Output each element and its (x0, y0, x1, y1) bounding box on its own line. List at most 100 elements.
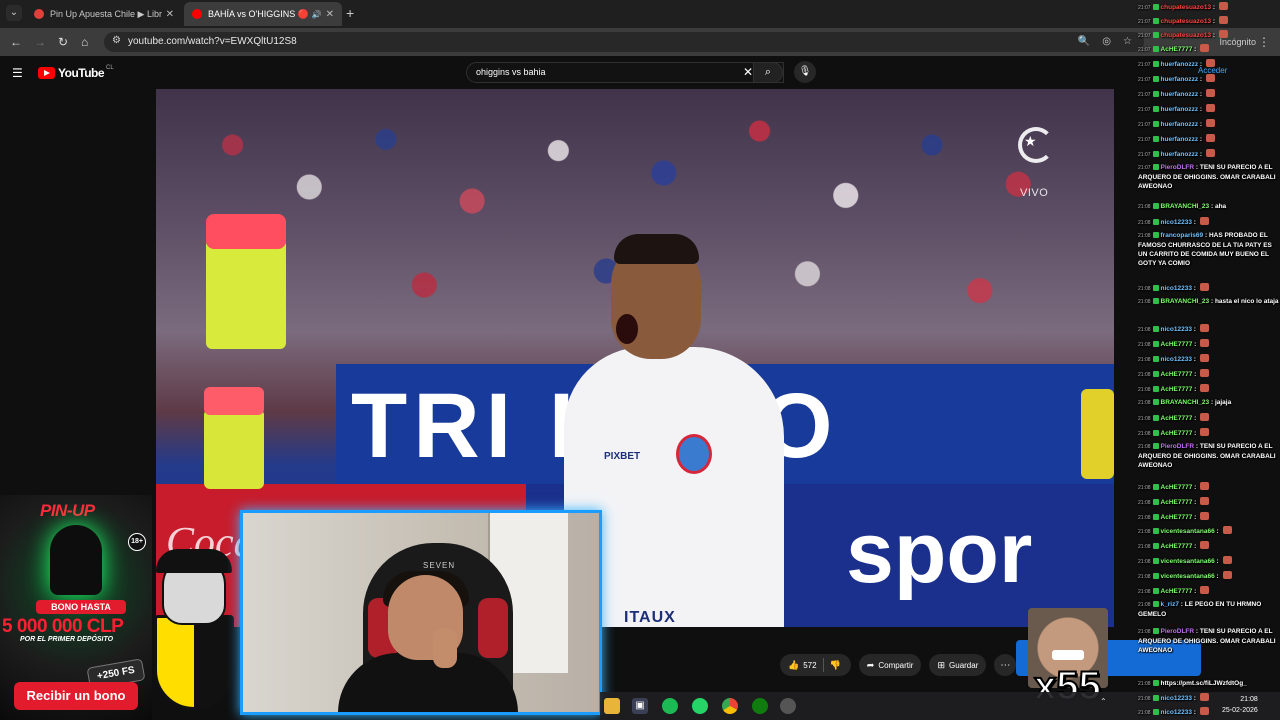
youtube-play-icon (38, 67, 55, 79)
address-bar[interactable]: ⚙ youtube.com/watch?v=EWXQltU12S8 🔍 ◎ ☆ (104, 32, 1144, 52)
chat-message: 21:08 PieroDLFR : TENI SU PARECIO A EL AR… (1138, 627, 1280, 655)
chat-username[interactable]: nico12233 (1161, 709, 1192, 716)
chat-username[interactable]: BRAYANCHI_23 (1161, 399, 1210, 406)
chat-message: 21:08 vicentesantana66 : (1138, 571, 1280, 582)
zoom-icon[interactable]: 🔍 (1078, 36, 1090, 47)
chat-username[interactable]: AcHE7777 (1161, 371, 1193, 378)
chat-username[interactable]: huerfanozzz (1161, 61, 1199, 68)
chat-username[interactable]: huerfanozzz (1161, 91, 1199, 98)
chat-username[interactable]: huerfanozzz (1161, 121, 1199, 128)
chat-username[interactable]: AcHE7777 (1161, 588, 1193, 595)
back-arrow-icon[interactable]: ← (10, 35, 22, 49)
file-explorer-icon[interactable] (604, 698, 620, 714)
chat-username[interactable]: huerfanozzz (1161, 106, 1199, 113)
obs-icon[interactable] (780, 698, 796, 714)
chat-username[interactable]: PieroDLFR (1161, 164, 1195, 171)
chat-username[interactable]: AcHE7777 (1161, 415, 1193, 422)
voice-search-mic-icon[interactable]: 🎙 (794, 61, 816, 83)
like-count[interactable]: 572 (803, 661, 816, 670)
chat-username[interactable]: BRAYANCHI_23 (1161, 203, 1210, 210)
chat-time: 21:07 (1138, 5, 1151, 11)
whatsapp-icon[interactable] (692, 698, 708, 714)
chat-message: 21:08 nico12233 : (1138, 324, 1280, 335)
hamburger-menu-icon[interactable]: ☰ (12, 66, 23, 80)
thumbs-up-icon[interactable]: 👍 (788, 660, 799, 671)
chat-username[interactable]: nico12233 (1161, 326, 1192, 333)
search-button[interactable]: ⌕ (753, 62, 783, 83)
eye-off-icon[interactable]: ◎ (1102, 36, 1111, 47)
chat-username[interactable]: nico12233 (1161, 285, 1192, 292)
chat-time: 21:08 (1138, 372, 1151, 378)
more-actions-button[interactable]: ⋯ (994, 654, 1017, 676)
live-chat-overlay: 21:07 chupatesuazo13 : 21:07 chupatesuazo1… (1133, 0, 1280, 720)
chat-username[interactable]: AcHE7777 (1161, 484, 1193, 491)
chat-message: 21:08 nico12233 : (1138, 354, 1280, 365)
chat-message: 21:08 AcHE7777 : (1138, 384, 1280, 395)
tab-title: BAHÍA vs O'HIGGINS 🔴 EN (208, 8, 309, 19)
chat-separator: : (1198, 121, 1204, 128)
bookmark-star-icon[interactable]: ☆ (1123, 36, 1132, 47)
chat-username[interactable]: nico12233 (1161, 695, 1192, 702)
chat-time: 21:07 (1138, 92, 1151, 98)
site-info-icon[interactable]: ⚙ (112, 35, 121, 46)
chat-username[interactable]: vicentesantana66 (1161, 573, 1215, 580)
chrome-icon[interactable] (722, 698, 738, 714)
chat-badge-icon (1152, 76, 1159, 82)
chat-username[interactable]: chupatesuazo13 (1161, 4, 1212, 11)
chat-emote-icon (1199, 707, 1209, 715)
youtube-logo[interactable]: YouTube CL (38, 65, 114, 80)
search-icon: ⌕ (764, 66, 772, 78)
new-tab-plus-icon[interactable]: + (346, 5, 354, 21)
app-icon[interactable]: ▣ (632, 698, 648, 714)
share-arrow-icon: ➦ (866, 659, 875, 670)
chat-emote-icon (1199, 217, 1209, 225)
age-badge: 18+ (128, 533, 146, 551)
chat-username[interactable]: AcHE7777 (1161, 499, 1193, 506)
chat-username[interactable]: nico12233 (1161, 219, 1192, 226)
chat-username[interactable]: BRAYANCHI_23 (1161, 298, 1210, 305)
speaker-icon[interactable]: 🔊 (312, 10, 322, 19)
chat-username[interactable]: nico12233 (1161, 356, 1192, 363)
share-button[interactable]: ➦ Compartir (858, 654, 922, 676)
chat-username[interactable]: chupatesuazo13 (1161, 32, 1212, 39)
chat-badge-icon (1152, 484, 1159, 490)
reload-icon[interactable]: ↻ (58, 35, 68, 49)
chat-separator: : (1214, 573, 1221, 580)
tray-icons[interactable]: ⌃ (1100, 697, 1107, 706)
chat-username[interactable]: AcHE7777 (1161, 46, 1193, 53)
save-button[interactable]: ⊞ Guardar (929, 654, 987, 676)
thumbs-down-icon[interactable]: 👎 (830, 660, 841, 671)
xbox-icon[interactable] (752, 698, 768, 714)
chat-username[interactable]: AcHE7777 (1161, 341, 1193, 348)
home-icon[interactable]: ⌂ (81, 35, 88, 49)
chat-username[interactable]: AcHE7777 (1161, 430, 1193, 437)
clear-search-icon[interactable]: ✕ (743, 65, 753, 79)
chat-separator: : (1198, 61, 1204, 68)
chat-username[interactable]: k_riz7 (1161, 601, 1179, 608)
forward-arrow-icon[interactable]: → (34, 35, 46, 49)
close-icon[interactable]: ✕ (166, 9, 174, 20)
tab-title: Pin Up Apuesta Chile ▶ Libro D (50, 8, 162, 19)
chat-username[interactable]: huerfanozzz (1161, 76, 1199, 83)
tab-pinup[interactable]: Pin Up Apuesta Chile ▶ Libro D ✕ (26, 2, 182, 26)
chat-username[interactable]: AcHE7777 (1161, 386, 1193, 393)
chat-username[interactable]: huerfanozzz (1161, 151, 1199, 158)
save-playlist-icon: ⊞ (937, 659, 946, 670)
tab-youtube-active[interactable]: BAHÍA vs O'HIGGINS 🔴 EN 🔊 ✕ (184, 2, 342, 26)
chat-username[interactable]: PieroDLFR (1161, 443, 1195, 450)
chat-badge-icon (1152, 543, 1159, 549)
chat-username[interactable]: PieroDLFR (1161, 628, 1195, 635)
chat-username[interactable]: vicentesantana66 (1161, 558, 1215, 565)
chat-username[interactable]: chupatesuazo13 (1161, 18, 1212, 25)
close-icon[interactable]: ✕ (326, 9, 334, 20)
search-input[interactable]: ohiggins vs bahia (476, 67, 546, 77)
chat-username[interactable]: huerfanozzz (1161, 136, 1199, 143)
chat-username[interactable]: AcHE7777 (1161, 543, 1193, 550)
search-box[interactable]: ohiggins vs bahia ✕ ⌕ (466, 62, 784, 83)
chat-username[interactable]: AcHE7777 (1161, 514, 1193, 521)
spotify-icon[interactable] (662, 698, 678, 714)
chat-time: 21:07 (1138, 62, 1151, 68)
chat-username[interactable]: francoparis69 (1161, 232, 1204, 239)
chat-username[interactable]: vicentesantana66 (1161, 528, 1215, 535)
tab-search-button[interactable]: ⌄ (6, 5, 22, 21)
